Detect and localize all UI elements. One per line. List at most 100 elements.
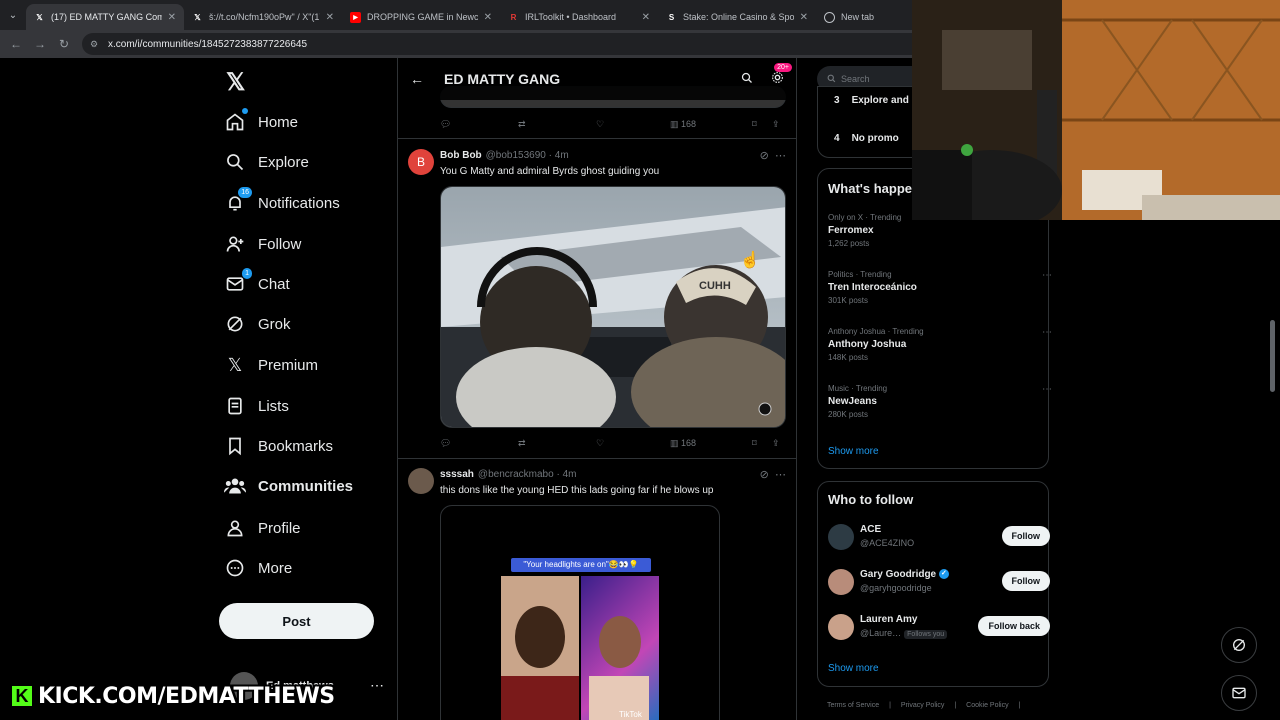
share-icon[interactable]: ⇪	[772, 438, 780, 449]
more-dots-icon[interactable]: ⋯	[1042, 270, 1052, 281]
footer-separator: |	[1018, 702, 1021, 709]
follow-suggestion[interactable]: Lauren Amy @Laure… Follows you Follow bac…	[828, 612, 1050, 646]
tweet[interactable]: B Bob Bob @bob153690 · 4m ⊘ ⋯ You G Matt…	[398, 139, 796, 459]
trend-item[interactable]: Music · Trending NewJeans 280K posts ⋯	[828, 384, 1052, 419]
tweet-time[interactable]: 4m	[563, 469, 577, 480]
settings-icon[interactable]: 20+	[762, 63, 792, 87]
trend-item[interactable]: Politics · Trending Tren Interoceánico 3…	[828, 270, 1052, 305]
author-handle[interactable]: @bob153690	[486, 150, 546, 161]
grok-floating-button[interactable]	[1221, 627, 1257, 663]
reload-icon[interactable]: ↻	[52, 37, 76, 51]
sidebar-item-communities[interactable]: Communities	[224, 468, 353, 504]
sidebar-item-label: Profile	[258, 519, 301, 537]
follow-button[interactable]: Follow	[1001, 526, 1050, 546]
tab-x-link[interactable]: 𝕏 š://t.co/Ncfm190oPw" / X"(17) ✕	[184, 4, 342, 30]
sidebar-item-chat[interactable]: 1 Chat	[224, 266, 290, 302]
search-icon[interactable]	[732, 72, 762, 87]
trend-item[interactable]: Anthony Joshua · Trending Anthony Joshua…	[828, 327, 1052, 362]
sidebar-item-lists[interactable]: Lists	[224, 388, 289, 424]
sidebar-item-follow[interactable]: Follow	[224, 226, 301, 262]
close-icon[interactable]: ✕	[484, 12, 492, 23]
close-icon[interactable]: ✕	[326, 12, 334, 23]
messages-floating-button[interactable]	[1221, 675, 1257, 711]
more-dots-icon[interactable]: ⋯	[1042, 384, 1052, 395]
share-icon[interactable]: ⇪	[772, 119, 780, 130]
trend-name: Ferromex	[828, 225, 874, 236]
more-dots-icon[interactable]: ⋯	[370, 677, 384, 694]
author-handle[interactable]: @bencrackmabo	[478, 469, 554, 480]
lists-icon	[224, 395, 246, 417]
views-count[interactable]: ▥ 168	[670, 119, 752, 130]
tweet-image[interactable]: CUHH	[440, 186, 786, 428]
author-name[interactable]: Bob Bob	[440, 150, 482, 161]
post-button[interactable]: Post	[219, 603, 374, 639]
show-more-link[interactable]: Show more	[828, 446, 879, 457]
tweet-actions: 💬︎ ⇄ ♡ ▥ 168 ⌑ ⇪	[440, 114, 790, 134]
more-dots-icon[interactable]: ⋯	[775, 150, 786, 162]
tweet-header: Bob Bob @bob153690 · 4m	[440, 150, 569, 161]
list-item[interactable]: 4 No promo	[834, 133, 899, 144]
repost-icon[interactable]: ⇄	[518, 438, 596, 449]
forward-arrow-icon[interactable]: →	[28, 37, 52, 51]
tab-new-tab[interactable]: New tab	[816, 4, 906, 30]
terms-link[interactable]: Terms of Service	[827, 702, 879, 709]
grok-icon[interactable]: ⊘	[760, 150, 769, 162]
follow-button[interactable]: Follow	[1001, 571, 1050, 591]
x-logo-icon[interactable]: 𝕏	[226, 68, 254, 96]
url-input[interactable]: ⚙ x.com/i/communities/184527238387722664…	[82, 33, 962, 55]
privacy-link[interactable]: Privacy Policy	[901, 702, 945, 709]
follow-back-button[interactable]: Follow back	[978, 616, 1050, 636]
reply-icon[interactable]: 💬︎	[440, 119, 518, 130]
show-more-link[interactable]: Show more	[828, 663, 879, 674]
trend-context: Politics · Trending	[828, 270, 892, 279]
like-icon[interactable]: ♡	[596, 119, 670, 130]
tweet-time[interactable]: 4m	[555, 150, 569, 161]
avatar[interactable]: B	[408, 149, 434, 175]
tab-title: New tab	[841, 12, 875, 22]
sidebar-item-home[interactable]: Home	[224, 104, 298, 140]
close-icon[interactable]: ✕	[642, 12, 650, 23]
tweet[interactable]: ssssah @bencrackmabo · 4m ⊘ ⋯ this dons …	[398, 459, 796, 720]
sidebar-item-notifications[interactable]: 16 Notifications	[224, 185, 340, 221]
bookmark-icon[interactable]: ⌑	[752, 119, 772, 130]
tab-stake[interactable]: S Stake: Online Casino & Sports ✕	[658, 4, 816, 30]
views-number: 168	[681, 119, 697, 129]
list-item[interactable]: 3 Explore and	[834, 95, 909, 106]
close-icon[interactable]: ✕	[800, 12, 808, 23]
page-scrollbar[interactable]	[1270, 320, 1275, 392]
tab-search-icon[interactable]: ⌄	[0, 0, 26, 30]
tab-ed-matty-gang[interactable]: 𝕏 (17) ED MATTY GANG Community / X ✕	[26, 4, 184, 30]
views-count[interactable]: ▥ 168	[670, 438, 752, 449]
repost-icon[interactable]: ⇄	[518, 119, 596, 130]
more-dots-icon[interactable]: ⋯	[775, 469, 786, 481]
author-name[interactable]: ssssah	[440, 469, 474, 480]
cookie-link[interactable]: Cookie Policy	[966, 702, 1008, 709]
tab-youtube[interactable]: ▶ DROPPING GAME in Newcastle ✕	[342, 4, 500, 30]
sidebar-item-explore[interactable]: Explore	[224, 144, 309, 180]
more-dots-icon[interactable]: ⋯	[1042, 327, 1052, 338]
site-info-icon[interactable]: ⚙	[90, 39, 102, 50]
tab-irltoolkit[interactable]: R IRLToolkit • Dashboard ✕	[500, 4, 658, 30]
reply-icon[interactable]: 💬︎	[440, 438, 518, 449]
sidebar-item-more[interactable]: More	[224, 550, 292, 586]
cap-text: CUHH	[699, 280, 731, 292]
follow-suggestion[interactable]: ACE @ACE4ZINO Follow	[828, 522, 1050, 556]
tab-title: IRLToolkit • Dashboard	[525, 12, 617, 22]
grok-icon[interactable]: ⊘	[760, 469, 769, 481]
sidebar-item-premium[interactable]: 𝕏 Premium	[224, 347, 318, 383]
sidebar-item-profile[interactable]: Profile	[224, 510, 301, 546]
chat-badge: 1	[242, 268, 252, 279]
sidebar-item-grok[interactable]: Grok	[224, 306, 291, 342]
follow-suggestion[interactable]: Gary Goodridge ✓ @garyhgoodridge Follow	[828, 567, 1050, 601]
search-icon	[224, 151, 246, 173]
tweet-video[interactable]: "Your headlights are on"😂👀💡 TikTok	[440, 505, 720, 720]
bookmark-icon[interactable]: ⌑	[752, 438, 772, 449]
back-arrow-icon[interactable]: ←	[4, 37, 28, 51]
avatar[interactable]	[408, 468, 434, 494]
list-label: Explore and	[851, 95, 909, 106]
close-icon[interactable]: ✕	[168, 12, 176, 23]
like-icon[interactable]: ♡	[596, 438, 670, 449]
sidebar-item-bookmarks[interactable]: Bookmarks	[224, 428, 333, 464]
sidebar-item-label: Follow	[258, 235, 302, 253]
back-arrow-icon[interactable]: ←	[398, 71, 436, 87]
